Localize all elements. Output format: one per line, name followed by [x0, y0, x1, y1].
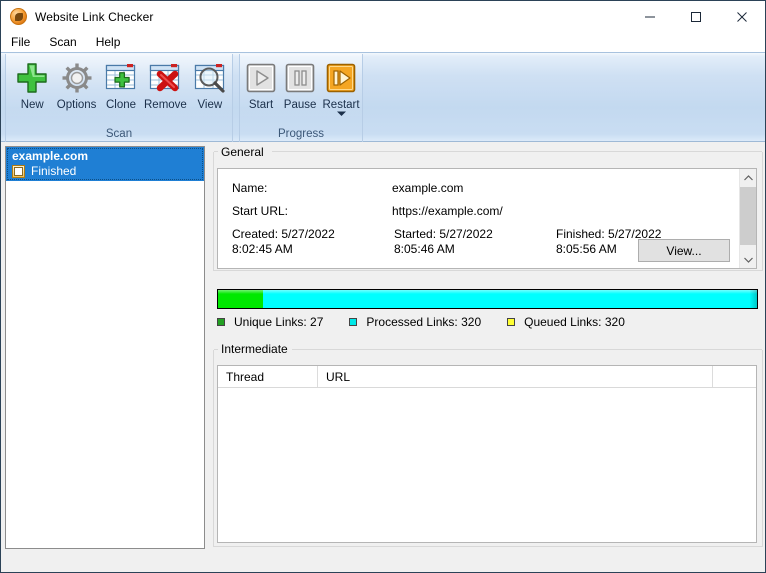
chevron-down-icon[interactable]: [320, 110, 362, 117]
view-ribbon-button[interactable]: View: [188, 58, 232, 111]
progress-bar-highlight: [218, 290, 757, 294]
scan-list-item-example-com[interactable]: example.com Finished: [6, 147, 204, 181]
legend-unique-links: Unique Links: 27: [217, 315, 323, 329]
maximize-button[interactable]: [673, 1, 719, 32]
general-created: Created: 5/27/2022 8:02:45 AM: [232, 227, 394, 257]
scan-item-status: Finished: [31, 164, 76, 179]
new-button[interactable]: New: [10, 58, 54, 111]
gear-icon: [60, 58, 94, 98]
new-button-label: New: [21, 99, 44, 111]
column-header-url[interactable]: URL: [318, 366, 713, 387]
scrollbar-thumb[interactable]: [740, 187, 757, 245]
intermediate-groupbox: Intermediate Thread URL: [213, 343, 763, 547]
general-vertical-scrollbar[interactable]: [739, 169, 756, 268]
column-header-extra[interactable]: [713, 366, 756, 387]
view-ribbon-button-label: View: [197, 99, 222, 111]
clone-icon: [104, 58, 138, 98]
clone-button[interactable]: Clone: [99, 58, 143, 111]
legend-processed-links: Processed Links: 320: [349, 315, 481, 329]
ribbon-group-progress-title: Progress: [240, 128, 362, 140]
progress-legend: Unique Links: 27 Processed Links: 320 Qu…: [217, 315, 762, 329]
general-url-row: Start URL: https://example.com/: [232, 204, 738, 218]
app-logo-icon: [10, 8, 27, 25]
window-title: Website Link Checker: [35, 10, 154, 24]
general-started-time: 8:05:46 AM: [394, 242, 556, 257]
general-created-label: Created: 5/27/2022: [232, 227, 394, 242]
details-pane: General Name: example.com Start URL: htt…: [211, 142, 763, 552]
ribbon-group-scan: New: [5, 54, 233, 142]
general-url-label: Start URL:: [232, 204, 392, 218]
play-icon: [245, 58, 277, 98]
pause-button[interactable]: Pause: [280, 58, 320, 111]
menu-bar: File Scan Help: [1, 32, 765, 52]
options-button-label: Options: [57, 99, 97, 111]
restart-button[interactable]: Restart: [320, 58, 362, 117]
restart-icon: [325, 58, 357, 98]
general-url-value: https://example.com/: [392, 204, 503, 218]
plus-icon: [15, 58, 49, 98]
progress-section: Unique Links: 27 Processed Links: 320 Qu…: [217, 289, 762, 329]
remove-button[interactable]: Remove: [143, 58, 187, 111]
menu-scan[interactable]: Scan: [48, 34, 85, 51]
general-name-row: Name: example.com: [232, 181, 738, 195]
view-details-button[interactable]: View...: [638, 239, 730, 262]
scan-item-status-row: Finished: [12, 164, 201, 179]
scroll-down-icon[interactable]: [740, 251, 756, 268]
magnifier-icon: [193, 58, 227, 98]
scan-item-name: example.com: [12, 149, 201, 164]
window-controls: [627, 1, 765, 32]
intermediate-list-header: Thread URL: [218, 366, 756, 388]
minimize-button[interactable]: [627, 1, 673, 32]
general-group-title: General: [218, 146, 268, 159]
general-started: Started: 5/27/2022 8:05:46 AM: [394, 227, 556, 257]
intermediate-group-title: Intermediate: [218, 343, 292, 356]
scan-list-sidebar[interactable]: example.com Finished: [5, 146, 205, 549]
legend-swatch-processed: [349, 318, 357, 326]
ribbon-group-progress: Start Pause: [239, 54, 363, 142]
general-created-time: 8:02:45 AM: [232, 242, 394, 257]
ribbon-group-scan-title: Scan: [6, 128, 232, 140]
progress-bar: [217, 289, 758, 309]
legend-label-queued: Queued Links: 320: [524, 315, 625, 329]
general-groupbox: General Name: example.com Start URL: htt…: [213, 146, 763, 271]
general-name-value: example.com: [392, 181, 463, 195]
legend-label-unique: Unique Links: 27: [234, 315, 323, 329]
scroll-up-icon[interactable]: [740, 169, 756, 186]
general-info-box: Name: example.com Start URL: https://exa…: [217, 168, 757, 269]
legend-queued-links: Queued Links: 320: [507, 315, 625, 329]
options-button[interactable]: Options: [54, 58, 98, 111]
legend-swatch-queued: [507, 318, 515, 326]
close-button[interactable]: [719, 1, 765, 32]
remove-icon: [148, 58, 182, 98]
start-button-label: Start: [249, 99, 273, 111]
general-name-label: Name:: [232, 181, 392, 195]
menu-file[interactable]: File: [10, 34, 39, 51]
column-header-thread[interactable]: Thread: [218, 366, 318, 387]
title-bar: Website Link Checker: [1, 1, 765, 32]
application-window: Website Link Checker File Scan Help: [0, 0, 766, 573]
general-started-label: Started: 5/27/2022: [394, 227, 556, 242]
pause-button-label: Pause: [284, 99, 317, 111]
legend-swatch-unique: [217, 318, 225, 326]
start-button[interactable]: Start: [242, 58, 280, 111]
pause-icon: [284, 58, 316, 98]
remove-button-label: Remove: [144, 99, 187, 111]
progress-bar-shadow: [750, 290, 757, 308]
legend-label-processed: Processed Links: 320: [366, 315, 481, 329]
clone-button-label: Clone: [106, 99, 136, 111]
ribbon-toolbar: New: [1, 52, 765, 142]
stop-square-icon: [12, 165, 25, 178]
intermediate-list[interactable]: Thread URL: [217, 365, 757, 543]
menu-help[interactable]: Help: [95, 34, 130, 51]
